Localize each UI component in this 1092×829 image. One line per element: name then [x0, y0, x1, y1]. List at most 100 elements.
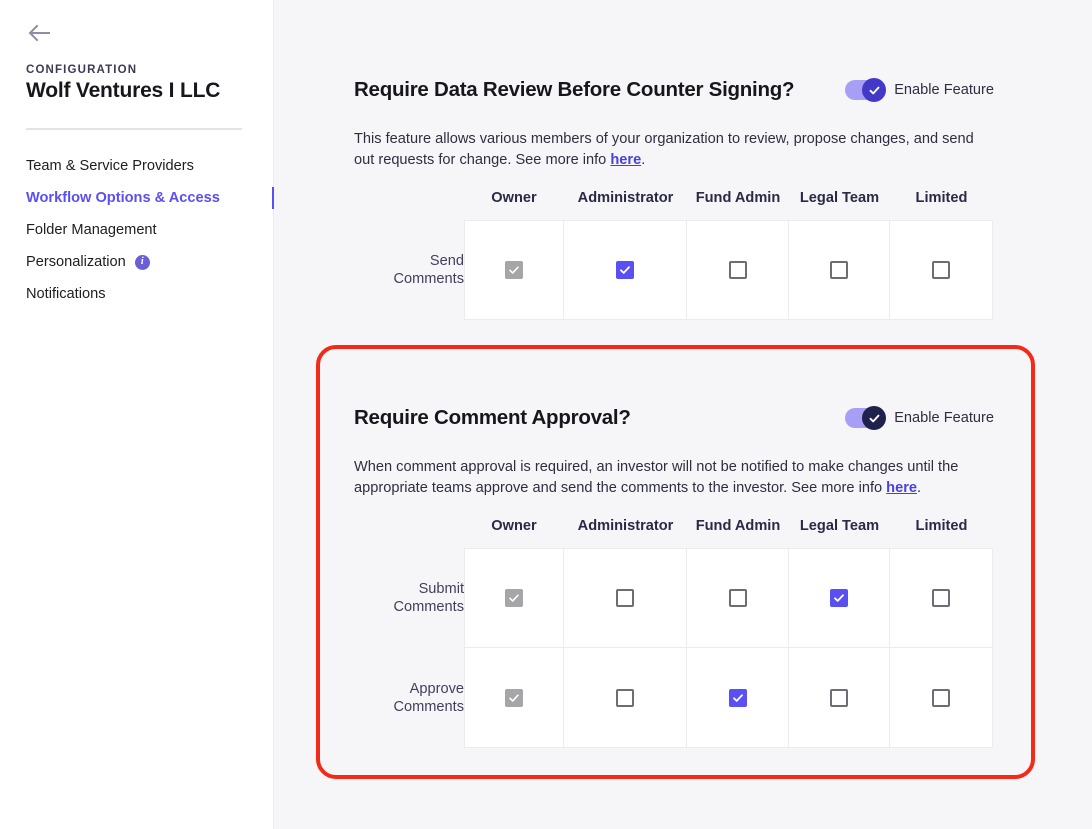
cell-approve-comments-fund-admin[interactable]	[687, 648, 789, 748]
table-row: Send Comments	[354, 220, 994, 320]
description-text-end: .	[917, 479, 922, 496]
checkbox-checked[interactable]	[830, 589, 848, 607]
column-header-administrator: Administrator	[577, 190, 674, 206]
back-arrow-icon[interactable]	[26, 20, 54, 46]
section-title: Require Data Review Before Counter Signi…	[354, 78, 795, 101]
cell-submit-comments-legal-team[interactable]	[789, 548, 890, 648]
toggle-knob	[862, 78, 887, 102]
cell-submit-comments-fund-admin[interactable]	[687, 548, 789, 648]
sidebar-item-personalization[interactable]: Personalization i	[0, 246, 274, 278]
section-header: Require Data Review Before Counter Signi…	[354, 78, 994, 102]
sidebar-item-label: Team & Service Providers	[26, 158, 194, 174]
table-body: Send Comments	[354, 220, 994, 320]
cell-approve-comments-legal-team[interactable]	[789, 648, 890, 748]
enable-feature-toggle-comment-approval[interactable]: Enable Feature	[845, 406, 994, 430]
cell-submit-comments-administrator[interactable]	[564, 548, 687, 648]
row-label-line2: Comments	[393, 271, 464, 287]
row-label-line2: Comments	[393, 699, 464, 715]
toggle-label: Enable Feature	[894, 82, 994, 98]
cell-send-comments-administrator[interactable]	[564, 220, 687, 320]
sidebar-item-label: Folder Management	[26, 222, 157, 238]
checkbox-unchecked[interactable]	[616, 688, 634, 707]
sidebar-item-workflow-options-access[interactable]: Workflow Options & Access	[0, 182, 275, 214]
column-header-owner: Owner	[491, 518, 537, 534]
row-label-submit-comments: Submit Comments	[354, 548, 464, 648]
description-text-end: .	[641, 151, 646, 168]
configuration-page: CONFIGURATION Wolf Ventures I LLC Team &…	[0, 0, 1092, 829]
checkbox-unchecked[interactable]	[616, 589, 634, 607]
sidebar-divider	[26, 128, 242, 130]
cell-submit-comments-owner[interactable]	[464, 548, 564, 648]
cell-send-comments-legal-team[interactable]	[789, 220, 890, 320]
checkbox-locked-checked	[505, 688, 523, 707]
cell-approve-comments-limited[interactable]	[890, 648, 993, 748]
table-header-row: Owner Administrator Fund Admin Legal Tea…	[354, 518, 994, 548]
sidebar-item-team-service-providers[interactable]: Team & Service Providers	[0, 150, 274, 182]
main-content: Require Data Review Before Counter Signi…	[274, 0, 1092, 829]
section-description: When comment approval is required, an in…	[354, 457, 974, 498]
header-spacer	[354, 190, 464, 220]
table-body: Submit Comments Approve Comments	[354, 548, 994, 748]
row-label-send-comments: Send Comments	[354, 220, 464, 320]
row-label-line1: Send	[429, 253, 464, 269]
checkbox-locked-checked	[505, 589, 523, 607]
checkbox-unchecked[interactable]	[932, 688, 950, 707]
cell-approve-comments-administrator[interactable]	[564, 648, 687, 748]
checkbox-unchecked[interactable]	[830, 261, 848, 279]
toggle-switch[interactable]	[845, 78, 887, 102]
table-row: Submit Comments	[354, 548, 994, 648]
cell-send-comments-owner[interactable]	[464, 220, 564, 320]
checkbox-unchecked[interactable]	[830, 688, 848, 707]
checkbox-locked-checked	[505, 261, 523, 279]
section-title: Require Comment Approval?	[354, 406, 631, 429]
more-info-link[interactable]: here	[886, 480, 917, 496]
sidebar-item-label: Workflow Options & Access	[26, 190, 220, 206]
toggle-switch[interactable]	[845, 406, 887, 430]
column-header-fund-admin: Fund Admin	[695, 518, 781, 534]
sidebar-nav: Team & Service Providers Workflow Option…	[0, 150, 275, 310]
section-header: Require Comment Approval? Enable Feature	[354, 406, 994, 430]
toggle-label: Enable Feature	[894, 410, 994, 426]
sidebar-item-label: Personalization	[26, 254, 126, 270]
sidebar: CONFIGURATION Wolf Ventures I LLC Team &…	[0, 0, 275, 829]
section-data-review: Require Data Review Before Counter Signi…	[354, 78, 994, 320]
row-label-line1: Submit	[418, 581, 464, 597]
sidebar-eyebrow: CONFIGURATION	[26, 64, 138, 76]
checkbox-checked[interactable]	[616, 261, 634, 279]
toggle-knob	[862, 406, 887, 430]
more-info-link[interactable]: here	[610, 152, 641, 168]
organization-title: Wolf Ventures I LLC	[26, 79, 221, 102]
description-text: This feature allows various members of y…	[354, 131, 974, 168]
section-description: This feature allows various members of y…	[354, 129, 974, 170]
column-header-limited: Limited	[915, 518, 968, 534]
checkbox-unchecked[interactable]	[728, 589, 747, 607]
section-comment-approval: Require Comment Approval? Enable Feature…	[354, 406, 994, 748]
table-header-row: Owner Administrator Fund Admin Legal Tea…	[354, 190, 994, 220]
column-header-owner: Owner	[491, 190, 537, 206]
sidebar-item-notifications[interactable]: Notifications	[0, 278, 274, 310]
checkbox-checked[interactable]	[728, 688, 747, 707]
cell-approve-comments-owner[interactable]	[464, 648, 564, 748]
checkbox-unchecked[interactable]	[932, 589, 950, 607]
checkbox-unchecked[interactable]	[728, 261, 747, 279]
row-label-approve-comments: Approve Comments	[354, 648, 464, 748]
column-header-legal-team: Legal Team	[799, 190, 880, 206]
row-label-line1: Approve	[409, 681, 464, 697]
header-spacer	[354, 518, 464, 548]
checkbox-unchecked[interactable]	[932, 261, 950, 279]
column-header-administrator: Administrator	[577, 518, 674, 534]
description-text: When comment approval is required, an in…	[354, 459, 959, 496]
cell-send-comments-fund-admin[interactable]	[687, 220, 789, 320]
cell-submit-comments-limited[interactable]	[890, 548, 993, 648]
table-row: Approve Comments	[354, 648, 994, 748]
sidebar-item-label: Notifications	[26, 286, 106, 302]
cell-send-comments-limited[interactable]	[890, 220, 993, 320]
sidebar-item-folder-management[interactable]: Folder Management	[0, 214, 274, 246]
permission-table-data-review: Owner Administrator Fund Admin Legal Tea…	[354, 190, 994, 320]
enable-feature-toggle-data-review[interactable]: Enable Feature	[845, 78, 994, 102]
column-header-legal-team: Legal Team	[799, 518, 880, 534]
column-header-fund-admin: Fund Admin	[695, 190, 781, 206]
permission-table-comment-approval: Owner Administrator Fund Admin Legal Tea…	[354, 518, 994, 748]
row-label-line2: Comments	[393, 599, 464, 615]
info-icon[interactable]: i	[134, 254, 150, 270]
